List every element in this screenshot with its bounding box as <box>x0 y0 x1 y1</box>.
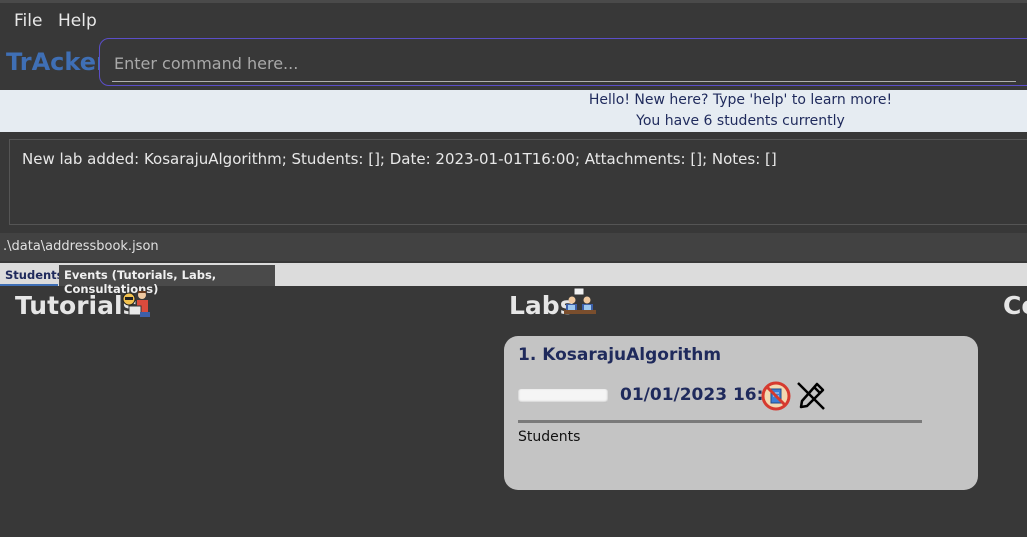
welcome-banner: Hello! New here? Type 'help' to learn mo… <box>0 90 1027 132</box>
result-text: New lab added: KosarajuAlgorithm; Studen… <box>22 150 777 168</box>
welcome-message: Hello! New here? Type 'help' to learn mo… <box>588 92 893 108</box>
consultations-heading: Co <box>1003 291 1027 320</box>
student-count-message: You have 6 students currently <box>636 113 845 129</box>
tab-bar: Students Events (Tutorials, Labs, Consul… <box>0 263 1027 296</box>
result-display: New lab added: KosarajuAlgorithm; Studen… <box>9 139 1027 225</box>
app-title: TrAcker <box>6 48 108 76</box>
menu-help[interactable]: Help <box>58 11 97 31</box>
command-box <box>99 38 1027 86</box>
no-attachment-icon[interactable] <box>761 381 791 411</box>
tab-students[interactable]: Students <box>0 265 64 286</box>
consultations-heading-label: Co <box>1003 291 1027 320</box>
tab-events[interactable]: Events (Tutorials, Labs, Consultations) <box>59 265 275 296</box>
tutorial-icon <box>122 291 150 317</box>
status-bar: .\data\addressbook.json <box>0 233 1027 261</box>
lab-card[interactable]: 1. KosarajuAlgorithm 01/01/2023 16:00 St… <box>504 336 978 490</box>
save-file-path: .\data\addressbook.json <box>3 239 159 254</box>
lab-tag-bar <box>518 389 608 403</box>
lab-students-label: Students <box>518 429 581 445</box>
no-notes-pencil-icon[interactable] <box>795 380 827 412</box>
lab-separator <box>518 420 922 423</box>
menu-file[interactable]: File <box>14 11 42 31</box>
lab-title: 1. KosarajuAlgorithm <box>518 345 722 365</box>
lab-icon <box>564 287 596 314</box>
command-input[interactable] <box>112 45 1016 82</box>
menu-bar: File Help <box>0 0 1027 40</box>
